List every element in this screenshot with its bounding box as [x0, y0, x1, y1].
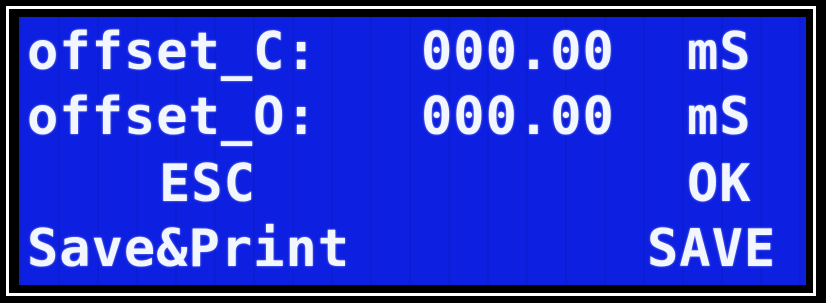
offset-c-label: offset_C: — [27, 22, 318, 82]
esc-button[interactable]: ESC — [159, 153, 256, 215]
lcd-screen: offset_C: 000.00 mS offset_O: 000.00 mS … — [19, 17, 806, 285]
action-row: ESC OK — [19, 153, 806, 215]
offset-o-row: offset_O: 000.00 mS — [19, 86, 806, 148]
offset-o-unit: mS — [687, 87, 752, 147]
save-button[interactable]: SAVE — [647, 218, 776, 280]
offset-o-label: offset_O: — [27, 87, 318, 147]
device-frame: offset_C: 000.00 mS offset_O: 000.00 mS … — [0, 0, 826, 303]
save-row: Save&Print SAVE — [19, 218, 806, 280]
offset-c-row: offset_C: 000.00 mS — [19, 21, 806, 83]
ok-button[interactable]: OK — [687, 153, 752, 215]
offset-o-value[interactable]: 000.00 — [421, 86, 615, 148]
offset-c-value[interactable]: 000.00 — [421, 21, 615, 83]
save-print-button[interactable]: Save&Print — [27, 218, 350, 280]
offset-c-unit: mS — [687, 22, 752, 82]
